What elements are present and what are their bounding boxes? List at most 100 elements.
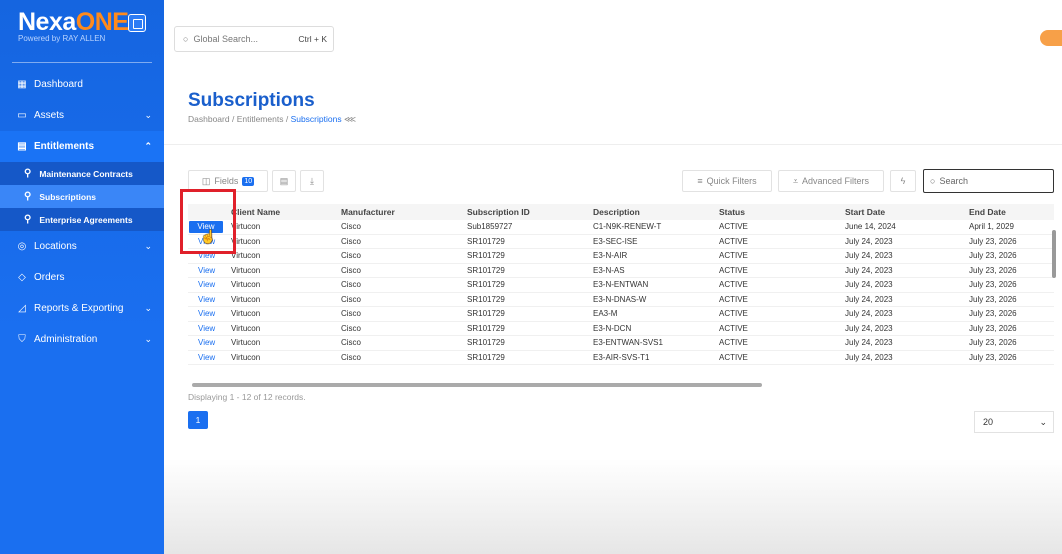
breadcrumb-current: Subscriptions xyxy=(290,114,342,124)
lightning-button[interactable]: ϟ xyxy=(890,170,916,192)
table-header: Client Name Manufacturer Subscription ID… xyxy=(188,204,1054,220)
column-header[interactable]: Subscription ID xyxy=(462,207,588,217)
density-button[interactable]: ▤ xyxy=(272,170,296,192)
column-header[interactable]: End Date xyxy=(964,207,1054,217)
table-search-input[interactable]: ○ Search xyxy=(923,169,1054,193)
share-icon[interactable]: ⋘ xyxy=(344,114,356,124)
sidebar-item-orders[interactable]: ◇ Orders xyxy=(0,262,164,293)
end-date-cell: July 23, 2026 xyxy=(969,352,1017,362)
sidebar-subitem-enterprise-agreements[interactable]: ⚲ Enterprise Agreements xyxy=(0,208,164,231)
client-name-cell: Virtucon xyxy=(231,352,261,362)
end-date-cell: July 23, 2026 xyxy=(969,338,1017,348)
table-toolbar: ◫ Fields 10 ▤ ⤓ ≡ Quick Filters ⩡ Advanc… xyxy=(188,169,1054,194)
manufacturer-cell: Cisco xyxy=(341,280,362,290)
subscription-id-cell: SR101729 xyxy=(467,280,505,290)
view-button[interactable]: View xyxy=(188,280,226,289)
view-button[interactable]: View xyxy=(188,353,226,362)
end-date-cell: July 23, 2026 xyxy=(969,280,1017,290)
sidebar-item-assets[interactable]: ▭ Assets ⌄ xyxy=(0,100,164,131)
records-summary: Displaying 1 - 12 of 12 records. xyxy=(188,392,306,402)
client-name-cell: Virtucon xyxy=(231,338,261,348)
column-header[interactable]: Description xyxy=(588,207,714,217)
scrollbar-thumb[interactable] xyxy=(192,383,762,387)
table-row: View Virtucon Cisco SR101729 E3-N-AIR ACTIVE J… xyxy=(188,249,1054,264)
advanced-filters-button[interactable]: ⩡ Advanced Filters xyxy=(778,170,884,192)
hand-cursor-icon: ☝ xyxy=(200,229,217,244)
status-cell: ACTIVE xyxy=(719,309,748,319)
manufacturer-cell: Cisco xyxy=(341,309,362,319)
manufacturer-cell: Cisco xyxy=(341,338,362,348)
subscription-id-cell: SR101729 xyxy=(467,309,505,319)
quick-filters-button[interactable]: ≡ Quick Filters xyxy=(682,170,772,192)
start-date-cell: July 24, 2023 xyxy=(845,251,893,261)
start-date-cell: July 24, 2023 xyxy=(845,280,893,290)
manufacturer-cell: Cisco xyxy=(341,265,362,275)
fields-button[interactable]: ◫ Fields 10 xyxy=(188,170,268,192)
view-button[interactable]: View xyxy=(188,324,226,333)
end-date-cell: July 23, 2026 xyxy=(969,323,1017,333)
sidebar-item-entitlements[interactable]: ▤ Entitlements ⌃ xyxy=(0,131,164,162)
sidebar-item-locations[interactable]: ◎ Locations ⌄ xyxy=(0,231,164,262)
horizontal-scrollbar[interactable] xyxy=(188,382,1054,388)
client-name-cell: Virtucon xyxy=(231,236,261,246)
column-header[interactable]: Status xyxy=(714,207,840,217)
column-header[interactable]: Client Name xyxy=(226,207,336,217)
table-row: View Virtucon Cisco SR101729 E3-N-DCN ACTIVE J… xyxy=(188,322,1054,336)
sidebar-item-reports[interactable]: ◿ Reports & Exporting ⌄ xyxy=(0,293,164,324)
global-search-placeholder: Global Search... xyxy=(193,34,258,44)
page-size-select[interactable]: 20 ⌄ xyxy=(974,411,1054,433)
search-icon: ○ xyxy=(183,34,189,44)
chevron-down-icon: ⌄ xyxy=(144,110,152,120)
chevron-up-icon: ⌃ xyxy=(144,141,152,151)
start-date-cell: July 24, 2023 xyxy=(845,352,893,362)
filter-icon: ≡ xyxy=(697,176,703,186)
tag-icon: ◇ xyxy=(18,272,26,283)
start-date-cell: July 24, 2023 xyxy=(845,265,893,275)
avatar[interactable] xyxy=(1040,30,1062,46)
main-content: Subscriptions Dashboard / Entitlements /… xyxy=(164,78,1062,554)
fields-count-badge: 10 xyxy=(242,176,255,186)
top-bar: ○ Global Search... Ctrl + K xyxy=(164,0,1062,78)
column-header[interactable]: Start Date xyxy=(840,207,964,217)
sidebar-item-label: Locations xyxy=(34,241,77,252)
end-date-cell: July 23, 2026 xyxy=(969,236,1017,246)
sidebar: NexaONE Powered by RAY ALLEN ▦ Dashboard… xyxy=(0,0,164,554)
view-button[interactable]: View xyxy=(188,338,226,347)
view-button[interactable]: View xyxy=(188,266,226,275)
sidebar-item-label: Entitlements xyxy=(34,141,95,152)
start-date-cell: July 24, 2023 xyxy=(845,309,893,319)
end-date-cell: July 23, 2026 xyxy=(969,309,1017,319)
sidebar-subitem-maintenance-contracts[interactable]: ⚲ Maintenance Contracts xyxy=(0,162,164,185)
sidebar-item-administration[interactable]: ⛉ Administration ⌄ xyxy=(0,324,164,355)
client-name-cell: Virtucon xyxy=(231,309,261,319)
global-search-input[interactable]: ○ Global Search... Ctrl + K xyxy=(174,26,334,52)
subscription-id-cell: SR101729 xyxy=(467,251,505,261)
vertical-scrollbar[interactable] xyxy=(1052,230,1056,278)
sidebar-subitem-subscriptions[interactable]: ⚲ Subscriptions xyxy=(0,185,164,208)
end-date-cell: July 23, 2026 xyxy=(969,265,1017,275)
page-button[interactable]: 1 xyxy=(188,411,208,429)
description-cell: E3-N-AIR xyxy=(593,251,628,261)
view-button[interactable]: View xyxy=(188,251,226,260)
breadcrumb-entitlements[interactable]: Entitlements xyxy=(237,114,284,124)
table-row: View Virtucon Cisco Sub1859727 C1-N9K-RENEW-… xyxy=(188,220,1054,235)
pin-icon: ◎ xyxy=(17,241,27,252)
sidebar-collapse-icon[interactable] xyxy=(128,14,146,32)
status-cell: ACTIVE xyxy=(719,265,748,275)
subscription-id-cell: SR101729 xyxy=(467,236,505,246)
end-date-cell: April 1, 2029 xyxy=(969,222,1014,232)
view-button[interactable]: View xyxy=(188,309,226,318)
lightning-icon: ϟ xyxy=(900,176,906,186)
sidebar-item-label: Reports & Exporting xyxy=(34,303,124,314)
column-header[interactable]: Manufacturer xyxy=(336,207,462,217)
export-button[interactable]: ⤓ xyxy=(300,170,324,192)
sidebar-subitem-label: Enterprise Agreements xyxy=(39,214,133,225)
description-cell: E3-N-DCN xyxy=(593,323,632,333)
view-button[interactable]: View xyxy=(188,295,226,304)
sidebar-item-dashboard[interactable]: ▦ Dashboard xyxy=(0,69,164,100)
rows-icon: ▤ xyxy=(279,175,289,186)
breadcrumb-dashboard[interactable]: Dashboard xyxy=(188,114,230,124)
manufacturer-cell: Cisco xyxy=(341,251,362,261)
table-body: View Virtucon Cisco Sub1859727 C1-N9K-RENEW-… xyxy=(188,220,1054,365)
shield-icon: ⛉ xyxy=(18,334,26,345)
